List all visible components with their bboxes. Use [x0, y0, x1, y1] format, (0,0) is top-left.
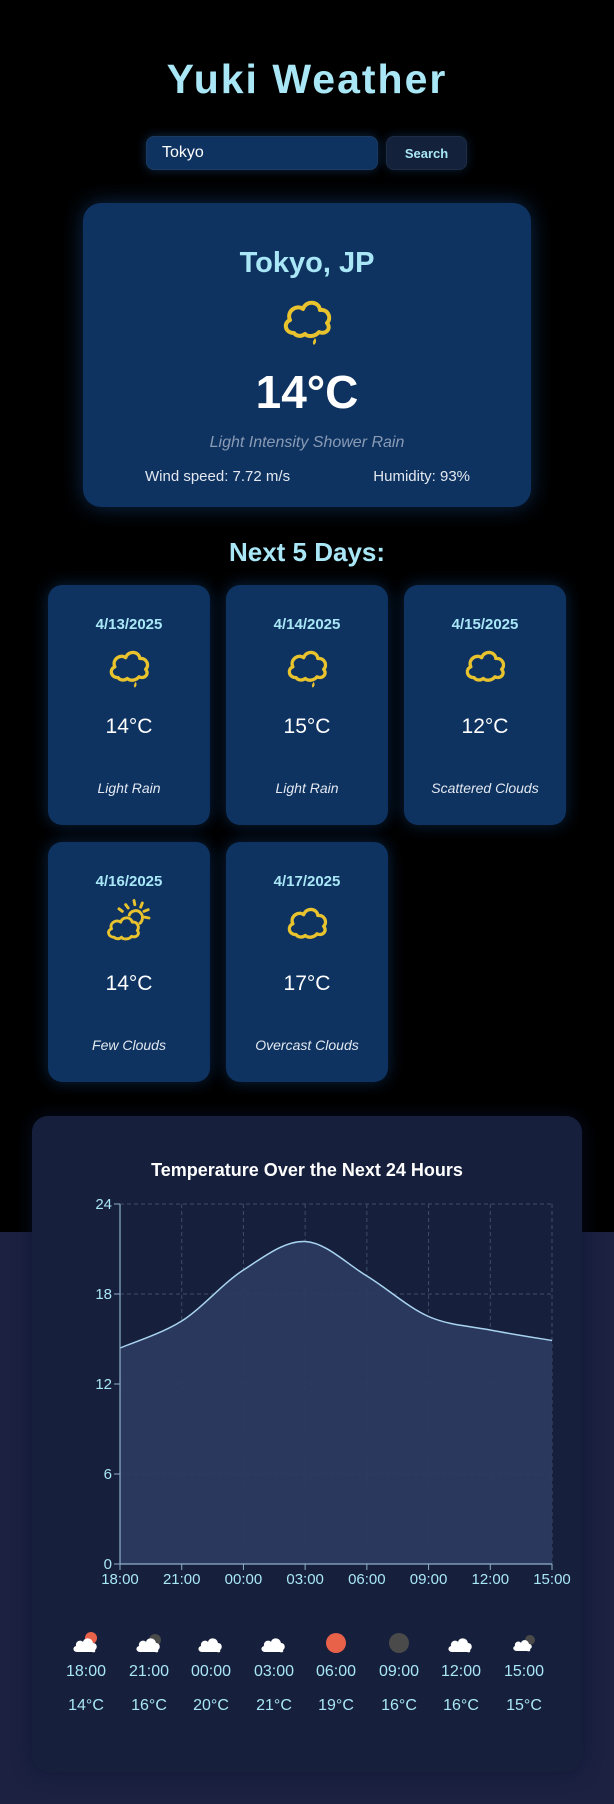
chart-y-tick-label: 12 — [95, 1376, 112, 1393]
hour-temp: 15°C — [506, 1697, 542, 1714]
hour-temp: 16°C — [443, 1697, 479, 1714]
chart-x-tick-label: 00:00 — [225, 1571, 263, 1586]
hour-time: 21:00 — [128, 1663, 170, 1680]
search-button[interactable]: Search — [386, 136, 467, 170]
forecast-temperature: 17°C — [283, 972, 331, 995]
chart-x-tick-label: 09:00 — [410, 1571, 448, 1586]
hour-temp: 20°C — [193, 1697, 229, 1714]
shower-rain-cloud-icon — [283, 300, 332, 345]
cloud-icon — [448, 1638, 472, 1653]
cloud-icon — [287, 907, 328, 939]
chart-title: Temperature Over the Next 24 Hours — [151, 1160, 463, 1180]
chart-y-tick-label: 18 — [95, 1286, 112, 1303]
forecast-date: 4/17/2025 — [273, 873, 341, 890]
cloud-icon — [261, 1638, 285, 1653]
forecast-description: Few Clouds — [92, 1037, 166, 1053]
cloud-with-moon-icon — [136, 1634, 161, 1653]
hour-time: 15:00 — [503, 1663, 545, 1680]
app-title: Yuki Weather — [166, 56, 448, 102]
forecast-heading: Next 5 Days: — [228, 537, 386, 567]
chart-x-tick-label: 12:00 — [472, 1571, 510, 1586]
forecast-description: Light Rain — [275, 780, 339, 796]
hour-time: 09:00 — [378, 1663, 420, 1680]
wind-speed: Wind speed: 7.72 m/s — [145, 468, 291, 485]
temperature-chart-card: 0 6 12 18 24 18:00 21:00 00:00 03:00 06:00 09:00 12… — [32, 1116, 582, 1772]
cloud-icon — [465, 650, 506, 682]
city-search-input[interactable] — [146, 136, 378, 170]
chart-y-tick-label: 6 — [104, 1466, 112, 1483]
forecast-day-card: 4/15/2025 12°C Scattered Clouds — [404, 585, 566, 825]
hour-time: 03:00 — [253, 1663, 295, 1680]
cloud-icon — [198, 1638, 222, 1653]
forecast-temperature: 15°C — [283, 715, 331, 738]
chart-x-tick-label: 06:00 — [348, 1571, 386, 1586]
forecast-description: Light Rain — [97, 780, 161, 796]
forecast-temperature: 14°C — [105, 972, 153, 995]
hour-time: 00:00 — [190, 1663, 232, 1680]
forecast-date: 4/15/2025 — [451, 616, 519, 633]
hour-temp: 16°C — [131, 1697, 167, 1714]
city-name: Tokyo, JP — [239, 247, 375, 279]
rain-cloud-icon — [109, 650, 150, 688]
forecast-day-card: 4/17/2025 17°C Overcast Clouds — [226, 842, 388, 1082]
forecast-day-card: 4/13/2025 14°C Light Rain — [48, 585, 210, 825]
cloud-with-moon-icon — [513, 1635, 535, 1652]
temperature-chart: 0612182418:00 21:00 00:00 03:00 06:00 09:00 12… — [95, 1196, 571, 1586]
hour-temp: 19°C — [318, 1697, 354, 1714]
forecast-date: 4/14/2025 — [273, 616, 341, 633]
humidity: Humidity: 93% — [373, 468, 470, 485]
current-weather-card: Tokyo, JP 14°C Light Intensity Shower Ra… — [83, 203, 531, 507]
forecast-description: Overcast Clouds — [255, 1037, 359, 1053]
hour-time: 18:00 — [65, 1663, 107, 1680]
forecast-temperature: 14°C — [105, 715, 153, 738]
hour-temp: 16°C — [381, 1697, 417, 1714]
chart-x-tick-label: 21:00 — [163, 1571, 201, 1586]
weather-description: Light Intensity Shower Rain — [209, 434, 405, 451]
hour-temp: 14°C — [68, 1697, 104, 1714]
chart-x-tick-label: 03:00 — [286, 1571, 324, 1586]
forecast-description: Scattered Clouds — [431, 780, 539, 796]
rain-cloud-icon — [287, 650, 328, 688]
forecast-date: 4/13/2025 — [95, 616, 163, 633]
cloud-with-red-sun-icon — [73, 1632, 97, 1653]
hour-time: 12:00 — [440, 1663, 482, 1680]
red-sun-icon — [326, 1633, 346, 1653]
hour-temp: 21°C — [256, 1697, 292, 1714]
dark-moon-icon — [389, 1633, 409, 1653]
hour-time: 06:00 — [315, 1663, 357, 1680]
forecast-date: 4/16/2025 — [95, 873, 163, 890]
chart-x-tick-label: 18:00 — [101, 1571, 139, 1586]
chart-y-tick-label: 24 — [95, 1196, 112, 1213]
forecast-temperature: 12°C — [461, 715, 509, 738]
chart-x-tick-label: 15:00 — [533, 1571, 571, 1586]
current-temperature: 14°C — [255, 366, 359, 418]
sun-behind-cloud-icon — [107, 899, 151, 941]
forecast-day-card: 4/14/2025 15°C Light Rain — [226, 585, 388, 825]
forecast-day-card: 4/16/2025 14°C Few Clouds — [48, 842, 210, 1082]
